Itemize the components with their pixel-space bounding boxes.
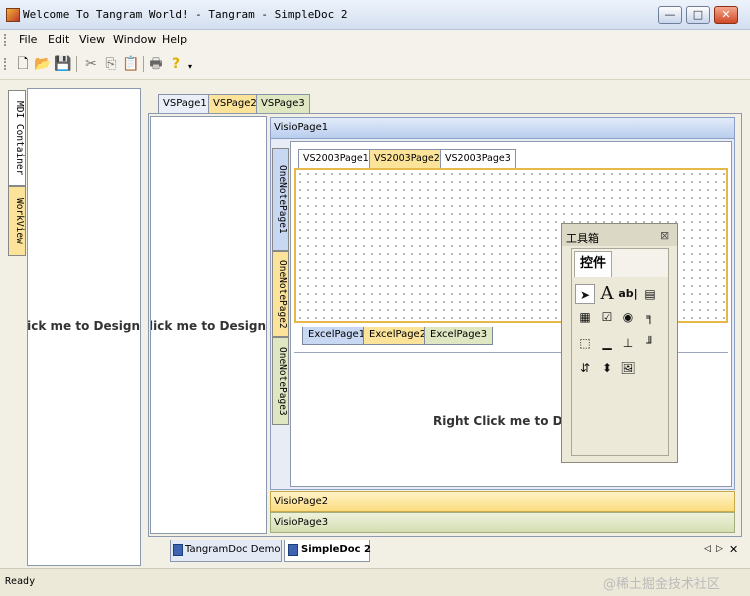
grid-icon[interactable]: ▦ (575, 307, 595, 327)
status-text: Ready (5, 576, 36, 587)
menu-help[interactable]: Help (162, 33, 187, 46)
tab-vspage3[interactable]: VSPage3 (256, 94, 310, 113)
combo-icon[interactable]: ╕ (640, 307, 660, 327)
close-doc-icon[interactable]: ✕ (729, 543, 738, 556)
tab-onenote-page3[interactable]: OneNotePage3 (272, 337, 289, 425)
toolbox-close-icon[interactable]: ⊠ (660, 229, 669, 242)
hscroll-icon[interactable]: ▁ (597, 333, 617, 353)
tab-vs2003-page2[interactable]: VS2003Page2 (369, 149, 445, 168)
toolbar-separator (143, 56, 144, 72)
doc-tab-simpledoc[interactable]: SimpleDoc 2 (284, 540, 371, 562)
frame-icon[interactable]: ╜ (640, 333, 660, 353)
tab-mdi-container[interactable]: MDI Container (8, 90, 26, 186)
toolbox-tab-controls[interactable]: 控件 (574, 251, 612, 277)
textbox-icon[interactable]: ab| (618, 284, 638, 304)
save-icon[interactable]: 💾 (54, 55, 72, 73)
visio-page2-header[interactable]: VisioPage2 (270, 491, 735, 512)
picture-icon[interactable]: 🖼 (618, 358, 638, 378)
radio-icon[interactable]: ◉ (618, 307, 638, 327)
doc-tab-label: TangramDoc Demo6 1 (185, 544, 281, 555)
tab-excel-page2[interactable]: ExcelPage2 (363, 327, 433, 345)
app-icon (6, 8, 20, 22)
toolbar-overflow-icon[interactable]: ▾ (188, 62, 192, 71)
tab-onenote-page1[interactable]: OneNotePage1 (272, 148, 289, 251)
menu-grip[interactable] (4, 34, 6, 46)
line-icon[interactable]: ⊥ (618, 333, 638, 353)
watermark: @稀土掘金技术社区 (603, 577, 721, 592)
cut-icon[interactable]: ✂ (82, 55, 100, 73)
minimize-button[interactable]: — (658, 6, 682, 24)
prev-tab-icon[interactable]: ◁ (704, 544, 711, 554)
doc-tab-label: SimpleDoc 2 (301, 544, 371, 555)
right-click-hint[interactable]: Right Click me to Design (28, 319, 140, 333)
right-click-hint[interactable]: Right Click me to Design (151, 319, 266, 333)
tab-excel-page1[interactable]: ExcelPage1 (302, 327, 372, 345)
spinner-icon[interactable]: ⇵ (575, 358, 595, 378)
menu-edit[interactable]: Edit (48, 33, 69, 46)
menu-window[interactable]: Window (113, 33, 156, 46)
pointer-icon[interactable]: ➤ (575, 284, 595, 304)
copy-icon[interactable]: ⎘ (102, 55, 120, 73)
close-button[interactable]: ✕ (714, 6, 738, 24)
toolbar-separator (76, 56, 77, 72)
tab-vspage2[interactable]: VSPage2 (208, 94, 262, 113)
tab-workview[interactable]: WorkView (8, 186, 26, 256)
visio-page3-header[interactable]: VisioPage3 (270, 512, 735, 533)
tab-excel-page3[interactable]: ExcelPage3 (424, 327, 494, 345)
document-icon (173, 544, 183, 556)
updown-icon[interactable]: ⬍ (597, 358, 617, 378)
open-icon[interactable]: 📂 (34, 55, 52, 73)
menu-file[interactable]: File (19, 33, 37, 46)
next-tab-icon[interactable]: ▷ (716, 544, 723, 554)
right-click-hint[interactable]: Right Click me to Design (433, 414, 563, 428)
label-icon[interactable]: A (597, 284, 617, 304)
visio-page1-header[interactable]: VisioPage1 (270, 117, 735, 139)
toolbox-title: 工具箱 (566, 232, 599, 245)
tab-onenote-page2[interactable]: OneNotePage2 (272, 251, 289, 337)
menu-view[interactable]: View (79, 33, 105, 46)
tab-vs2003-page1[interactable]: VS2003Page1 (298, 149, 374, 168)
maximize-button[interactable]: □ (686, 6, 710, 24)
help-icon[interactable]: ? (167, 55, 185, 73)
tab-vs2003-page3[interactable]: VS2003Page3 (440, 149, 516, 168)
window-title: Welcome To Tangram World! - Tangram - Si… (23, 8, 348, 21)
new-icon[interactable]: 🗋 (14, 55, 32, 73)
groupbox-icon[interactable]: ⬚ (575, 333, 595, 353)
paste-icon[interactable]: 📋 (122, 55, 140, 73)
document-icon (288, 544, 298, 556)
print-icon[interactable]: 🖶 (147, 55, 165, 73)
tab-vspage1[interactable]: VSPage1 (158, 94, 212, 113)
toolbar-grip[interactable] (4, 58, 6, 70)
checkbox-icon[interactable]: ☑ (597, 307, 617, 327)
listbox-icon[interactable]: ▤ (640, 284, 660, 304)
doc-tab-tangramdoc[interactable]: TangramDoc Demo6 1 (170, 540, 282, 562)
